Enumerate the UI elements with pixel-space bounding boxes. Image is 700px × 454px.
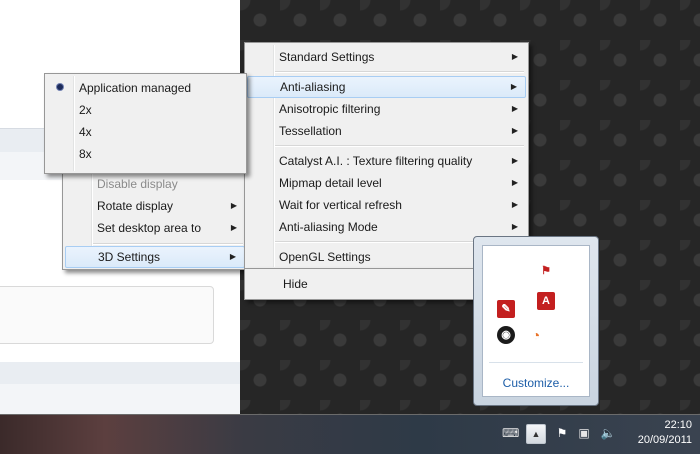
display-context-menu: Disable display Rotate display ▶ Set des… [62,170,248,270]
app-section-footer [0,362,240,384]
menu-item-rotate-display[interactable]: Rotate display ▶ [65,195,245,217]
submenu-arrow-icon: ▶ [230,201,237,210]
menu-item-mipmap-detail[interactable]: Mipmap detail level ▶ [247,172,526,194]
submenu-arrow-icon: ▶ [511,126,518,135]
radio-selected-icon [57,84,63,90]
action-center-icon[interactable]: ⚑ [554,425,570,441]
menu-separator [275,71,524,73]
menu-item-label: Anisotropic filtering [279,102,381,116]
submenu-arrow-icon: ▶ [511,222,518,231]
submenu-arrow-icon: ▶ [511,156,518,165]
tray-overflow-popup: ⚑ ✎ A ◉ ◔ Customize... [473,236,599,406]
app-panel [0,286,214,344]
anti-aliasing-menu: Application managed 2x 4x 8x [44,73,247,174]
menu-item-label: Tessellation [279,124,342,138]
show-hidden-icons-button[interactable]: ▲ [526,424,546,444]
menu-item-anti-aliasing[interactable]: Anti-aliasing ▶ [247,76,526,98]
menu-item-anti-aliasing-mode[interactable]: Anti-aliasing Mode ▶ [247,216,526,238]
menu-item-standard-settings[interactable]: Standard Settings ▶ [247,46,526,68]
submenu-arrow-icon: ▶ [511,178,518,187]
tray-overflow-panel: ⚑ ✎ A ◉ ◔ Customize... [482,245,590,397]
menu-item-3d-settings[interactable]: 3D Settings ▶ [65,246,245,268]
menu-item-vertical-refresh[interactable]: Wait for vertical refresh ▶ [247,194,526,216]
menu-item-label: Application managed [79,81,192,95]
menu-item-label: Standard Settings [279,50,375,64]
menu-item-application-managed[interactable]: Application managed [47,77,244,99]
menu-item-4x[interactable]: 4x [47,121,244,143]
adobe-icon[interactable]: A [537,292,555,310]
menu-item-2x[interactable]: 2x [47,99,244,121]
tray-parent-menu: Hide [244,268,484,300]
taskbar: ⌨ ▲ ⚑ ▣ 🔈 22:10 20/09/2011 [0,414,700,454]
clock-date: 20/09/2011 [637,434,692,446]
submenu-arrow-icon: ▶ [511,104,518,113]
menu-separator [93,243,243,245]
volume-icon[interactable]: 🔈 [600,425,616,441]
menu-item-hide[interactable]: Hide [247,273,481,295]
menu-item-label: 3D Settings [98,250,161,264]
menu-item-set-desktop-area[interactable]: Set desktop area to ▶ [65,217,245,239]
menu-item-anisotropic-filtering[interactable]: Anisotropic filtering ▶ [247,98,526,120]
menu-item-label: Anti-aliasing Mode [279,220,378,234]
submenu-arrow-icon: ▶ [511,52,518,61]
tray-divider [489,362,583,363]
menu-item-label: Hide [283,277,308,291]
acrobat-icon[interactable]: ⚑ [537,262,555,280]
taskbar-clock[interactable]: 22:10 20/09/2011 [638,418,692,448]
menu-item-label: Anti-aliasing [280,80,346,94]
menu-item-label: OpenGL Settings [279,250,371,264]
menu-item-label: 8x [79,147,92,161]
menu-item-label: Disable display [97,177,178,191]
menu-item-label: Rotate display [97,199,174,213]
submenu-arrow-icon: ▶ [229,252,236,261]
customize-link[interactable]: Customize... [483,376,589,390]
menu-separator [275,145,524,147]
menu-item-label: 2x [79,103,92,117]
menu-item-label: Wait for vertical refresh [279,198,402,212]
clock-time: 22:10 [664,419,692,431]
menu-item-catalyst-ai[interactable]: Catalyst A.I. : Texture filtering qualit… [247,150,526,172]
app-bottom-area [0,384,240,414]
network-icon[interactable]: ▣ [576,425,592,441]
submenu-arrow-icon: ▶ [510,82,517,91]
menu-item-label: Catalyst A.I. : Texture filtering qualit… [279,154,473,168]
menu-item-disable-display: Disable display [65,173,245,195]
menu-item-label: Mipmap detail level [279,176,382,190]
submenu-arrow-icon: ▶ [511,200,518,209]
app-tray-icon[interactable]: ✎ [497,300,515,318]
origin-icon[interactable]: ◔ [527,326,545,344]
menu-item-label: 4x [79,125,92,139]
menu-item-label: Set desktop area to [97,221,202,235]
steam-icon[interactable]: ◉ [497,326,515,344]
submenu-arrow-icon: ▶ [230,223,237,232]
menu-item-tessellation[interactable]: Tessellation ▶ [247,120,526,142]
menu-item-8x[interactable]: 8x [47,143,244,165]
keyboard-icon[interactable]: ⌨ [502,425,519,441]
